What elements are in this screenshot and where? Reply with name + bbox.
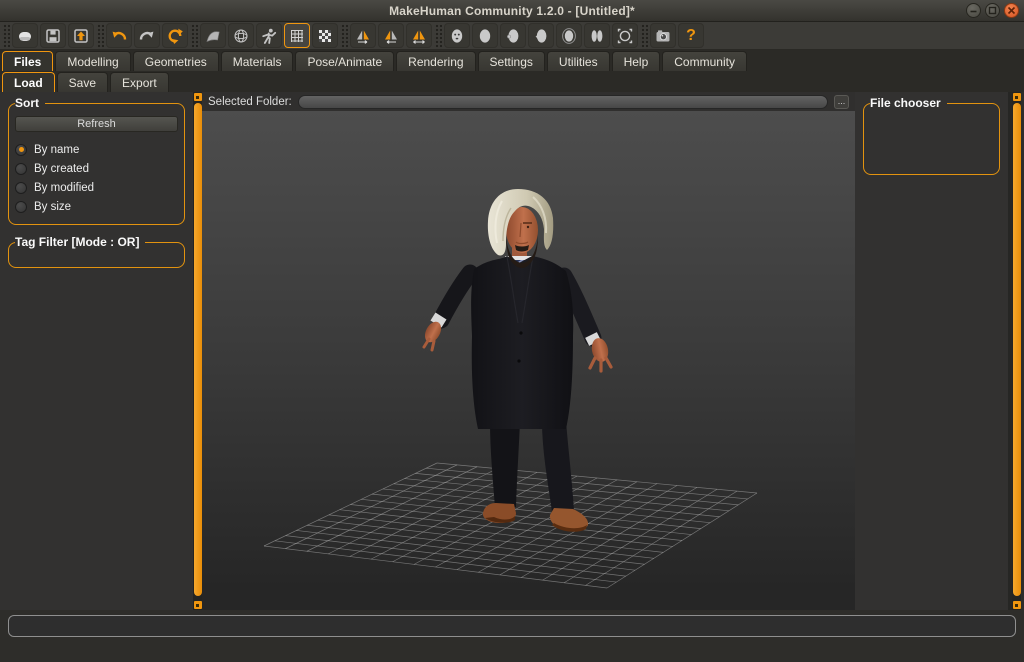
focus-icon[interactable] [612, 23, 638, 48]
sort-option-by-created[interactable]: By created [15, 159, 178, 178]
radio-icon [15, 201, 27, 213]
save-icon[interactable] [40, 23, 66, 48]
tab-community[interactable]: Community [662, 51, 747, 71]
reload-icon[interactable] [162, 23, 188, 48]
subtab-load[interactable]: Load [2, 72, 55, 92]
toolbar-separator [434, 23, 442, 49]
file-chooser-empty [870, 114, 993, 166]
sort-title: Sort [15, 96, 45, 110]
bottom-bar [0, 610, 1024, 662]
minimize-icon [969, 6, 978, 15]
scroll-down-button[interactable] [194, 601, 202, 609]
smooth-icon[interactable] [200, 23, 226, 48]
toolbar-separator [340, 23, 348, 49]
head-glow-icon[interactable] [556, 23, 582, 48]
help-icon[interactable]: ? [678, 23, 704, 48]
scrollbar-thumb[interactable] [1013, 103, 1021, 596]
browse-folder-button[interactable]: ... [834, 95, 849, 109]
radio-icon [15, 182, 27, 194]
selected-folder-input[interactable] [298, 95, 828, 109]
tab-help[interactable]: Help [612, 51, 661, 71]
toolbar-separator [640, 23, 648, 49]
skeleton-icon[interactable] [256, 23, 282, 48]
new-icon[interactable] [12, 23, 38, 48]
maximize-icon [988, 6, 997, 15]
viewport-3d[interactable] [202, 111, 855, 610]
face-icon[interactable] [444, 23, 470, 48]
sort-groupbox: Sort Refresh By name By created By modif… [8, 96, 185, 225]
minimize-button[interactable] [966, 3, 981, 18]
sort-option-by-name[interactable]: By name [15, 140, 178, 159]
close-icon [1007, 6, 1016, 15]
wireframe-icon[interactable] [228, 23, 254, 48]
tab-materials[interactable]: Materials [221, 51, 294, 71]
scroll-down-button[interactable] [1013, 601, 1021, 609]
selected-folder-bar: Selected Folder: ... [202, 92, 855, 111]
refresh-button[interactable]: Refresh [15, 116, 178, 132]
undo-icon[interactable] [106, 23, 132, 48]
maximize-button[interactable] [985, 3, 1000, 18]
main-tab-bar: Files Modelling Geometries Materials Pos… [0, 50, 1024, 71]
tag-filter-groupbox: Tag Filter [Mode : OR] [8, 235, 185, 268]
content-area: Sort Refresh By name By created By modif… [0, 92, 1024, 610]
toolbar: ? [0, 22, 1024, 50]
tab-rendering[interactable]: Rendering [396, 51, 475, 71]
scroll-up-button[interactable] [1013, 93, 1021, 101]
title-bar: MakeHuman Community 1.2.0 - [Untitled]* [0, 0, 1024, 22]
scrollbar-thumb[interactable] [194, 103, 202, 596]
window-title: MakeHuman Community 1.2.0 - [Untitled]* [389, 4, 635, 18]
scroll-up-button[interactable] [194, 93, 202, 101]
file-chooser-title: File chooser [870, 96, 947, 110]
camera-icon[interactable] [650, 23, 676, 48]
redo-icon[interactable] [134, 23, 160, 48]
radio-icon [15, 144, 27, 156]
left-panel: Sort Refresh By name By created By modif… [0, 92, 193, 610]
right-panel: File chooser [855, 92, 1008, 610]
sub-tab-bar: Load Save Export [0, 71, 1024, 92]
load-icon[interactable] [68, 23, 94, 48]
tag-filter-empty [15, 253, 178, 259]
radio-icon [15, 163, 27, 175]
symmetry-left-icon[interactable] [378, 23, 404, 48]
toolbar-separator [96, 23, 104, 49]
head-icon[interactable] [472, 23, 498, 48]
close-button[interactable] [1004, 3, 1019, 18]
head-three-quarter-icon[interactable] [500, 23, 526, 48]
sort-option-by-modified[interactable]: By modified [15, 178, 178, 197]
symmetry-right-icon[interactable] [350, 23, 376, 48]
tab-files[interactable]: Files [2, 51, 53, 71]
status-input[interactable] [8, 615, 1016, 637]
tab-geometries[interactable]: Geometries [133, 51, 219, 71]
head-pair-icon[interactable] [584, 23, 610, 48]
tab-modelling[interactable]: Modelling [55, 51, 130, 71]
tab-settings[interactable]: Settings [478, 51, 545, 71]
grid-icon[interactable] [284, 23, 310, 48]
tag-filter-title: Tag Filter [Mode : OR] [15, 235, 145, 249]
file-chooser-groupbox: File chooser [863, 96, 1000, 175]
toolbar-separator [190, 23, 198, 49]
tab-utilities[interactable]: Utilities [547, 51, 610, 71]
selected-folder-label: Selected Folder: [208, 96, 292, 108]
symmetry-both-icon[interactable] [406, 23, 432, 48]
subtab-export[interactable]: Export [110, 72, 169, 92]
left-scrollbar[interactable] [193, 92, 202, 610]
tab-pose-animate[interactable]: Pose/Animate [295, 51, 394, 71]
main-view: Selected Folder: ... [202, 92, 855, 610]
subtab-save[interactable]: Save [57, 72, 108, 92]
background-icon[interactable] [312, 23, 338, 48]
toolbar-separator [2, 23, 10, 49]
right-scrollbar[interactable] [1012, 92, 1021, 610]
sort-option-by-size[interactable]: By size [15, 197, 178, 216]
head-profile-icon[interactable] [528, 23, 554, 48]
window-controls [966, 3, 1019, 18]
